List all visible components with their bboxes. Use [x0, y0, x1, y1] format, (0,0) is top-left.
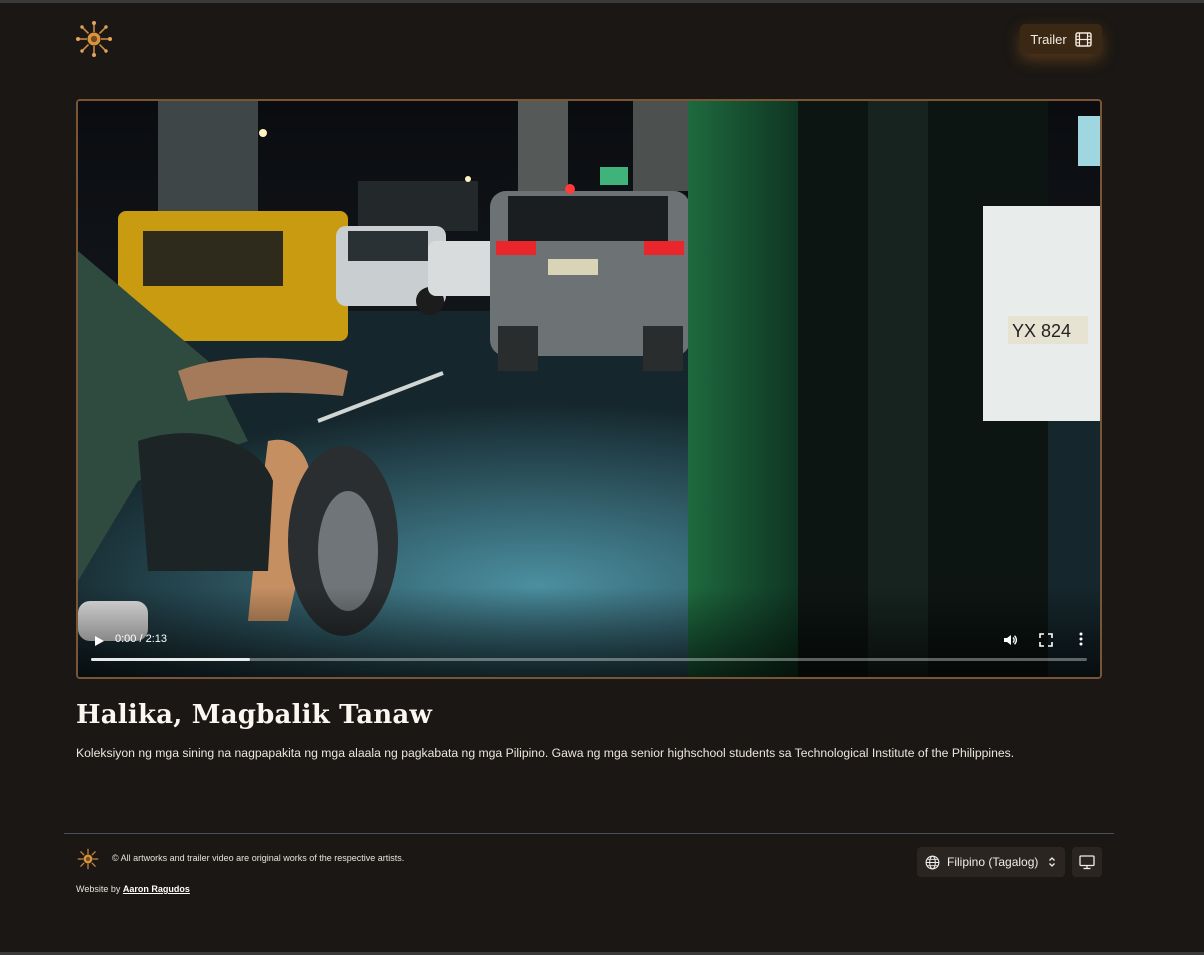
footer-divider [64, 833, 1114, 834]
credit-prefix: Website by [76, 884, 121, 894]
top-border [0, 0, 1204, 3]
footer-sun-logo-icon [75, 846, 101, 872]
language-select[interactable]: Filipino (Tagalog) [917, 847, 1065, 877]
more-vertical-icon[interactable] [1076, 631, 1086, 647]
chevron-up-down-icon [1049, 857, 1055, 867]
video-controls-overlay [78, 587, 1100, 677]
video-time-display: 0:00 / 2:13 [115, 633, 167, 645]
play-icon[interactable] [92, 634, 106, 648]
monitor-icon [1079, 854, 1095, 869]
sun-logo-icon[interactable] [75, 20, 113, 58]
trailer-video-player[interactable]: YX 824 0:00 / 2:13 [76, 99, 1102, 679]
author-link[interactable]: Aaron Ragudos [123, 884, 190, 894]
video-progress-bar[interactable] [91, 658, 1087, 661]
trailer-button[interactable]: Trailer [1020, 24, 1102, 54]
globe-icon [925, 855, 940, 869]
fullscreen-icon[interactable] [1039, 633, 1053, 647]
language-select-value: Filipino (Tagalog) [947, 855, 1039, 869]
trailer-button-label: Trailer [1030, 31, 1067, 47]
copyright-text: © All artworks and trailer video are ori… [112, 853, 405, 863]
website-credit: Website by Aaron Ragudos [76, 884, 190, 894]
svg-text:YX 824: YX 824 [1012, 321, 1071, 341]
video-progress-fill [91, 658, 251, 661]
volume-icon[interactable] [1002, 632, 1018, 648]
display-mode-button[interactable] [1072, 847, 1102, 877]
page-description: Koleksiyon ng mga sining na nagpapakita … [76, 746, 1015, 760]
page-title: Halika, Magbalik Tanaw [76, 700, 433, 730]
film-icon [1074, 31, 1092, 47]
